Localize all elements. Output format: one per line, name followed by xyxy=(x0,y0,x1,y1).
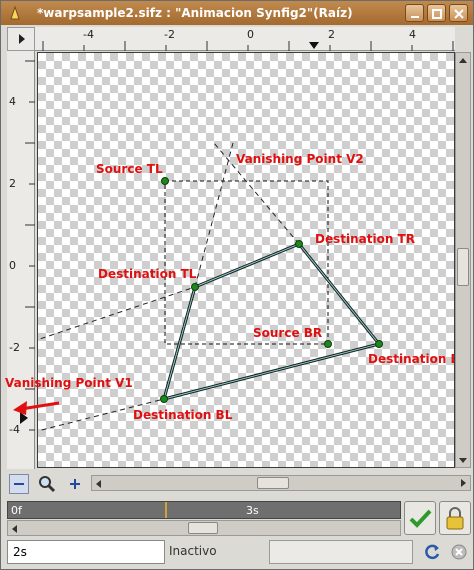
h-tick-label: 2 xyxy=(328,28,335,41)
horizontal-scrollbar[interactable] xyxy=(91,475,471,491)
label-vanishing-v2: Vanishing Point V2 xyxy=(236,152,364,166)
h-tick-label: 4 xyxy=(409,28,416,41)
minus-icon xyxy=(14,483,24,485)
h-tick-label: -4 xyxy=(83,28,94,41)
v-tick-label: -4 xyxy=(9,423,20,436)
vanishing-v1-annotation: Vanishing Point V1 xyxy=(5,376,133,415)
v-tick-label: 2 xyxy=(9,177,16,190)
guide-line-v1-top xyxy=(38,286,196,341)
time-slider[interactable]: 0f 3s xyxy=(7,501,401,519)
h-tick-label: -2 xyxy=(164,28,175,41)
keyframe-lock-button[interactable] xyxy=(439,501,471,535)
v-tick-label: 0 xyxy=(9,259,16,272)
status-text: Inactivo xyxy=(169,544,217,558)
canvas-menu-button[interactable] xyxy=(7,27,35,51)
horizontal-scroll-thumb[interactable] xyxy=(257,477,289,489)
scroll-up-icon[interactable] xyxy=(456,54,470,68)
timeline-scrollbar[interactable] xyxy=(7,520,401,536)
handle-destination-tl[interactable] xyxy=(191,283,199,291)
arrow-left-icon xyxy=(13,401,60,415)
vertical-scrollbar[interactable] xyxy=(455,52,471,468)
vertical-scroll-thumb[interactable] xyxy=(457,248,469,286)
horizontal-ruler-scale: -4 -2 0 2 4 xyxy=(42,28,454,51)
v-tick-label: -2 xyxy=(9,341,20,354)
time-cursor[interactable] xyxy=(165,502,167,518)
checkmark-icon xyxy=(409,509,432,528)
title-bar[interactable]: *warpsample2.sifz : "Animacion Synfig2"(… xyxy=(1,1,473,25)
zoom-fit-button[interactable] xyxy=(37,474,57,494)
app-window: *warpsample2.sifz : "Animacion Synfig2"(… xyxy=(0,0,474,570)
zoom-out-button[interactable] xyxy=(9,474,29,494)
minimize-icon xyxy=(411,16,419,18)
triangle-right-icon xyxy=(19,34,25,44)
scroll-down-icon[interactable] xyxy=(456,453,470,467)
timeline-scroll-thumb[interactable] xyxy=(188,522,218,534)
handle-source-tl[interactable] xyxy=(161,177,169,185)
handle-source-br[interactable] xyxy=(324,340,332,348)
guide-line-v2-left xyxy=(194,142,234,288)
zoom-in-button[interactable] xyxy=(65,474,85,494)
magnifier-icon xyxy=(39,476,56,493)
label-destination-tr: Destination TR xyxy=(315,232,415,246)
time-start-label: 0f xyxy=(11,504,22,517)
scroll-right-icon[interactable] xyxy=(456,476,470,490)
scroll-left-icon[interactable] xyxy=(8,522,22,536)
handle-destination-tr[interactable] xyxy=(295,240,303,248)
stop-icon[interactable] xyxy=(449,542,469,562)
label-vanishing-v1: Vanishing Point V1 xyxy=(5,376,133,390)
label-destination-tl: Destination TL xyxy=(98,267,197,281)
h-tick-label: 0 xyxy=(247,28,254,41)
source-rectangle xyxy=(164,180,329,345)
label-destination-br: Destination BR xyxy=(368,352,455,366)
window-title: *warpsample2.sifz : "Animacion Synfig2"(… xyxy=(37,6,353,20)
refresh-icon[interactable] xyxy=(422,542,442,562)
label-source-tl: Source TL xyxy=(96,162,163,176)
label-source-br: Source BR xyxy=(253,326,322,340)
app-icon xyxy=(10,5,20,20)
apply-button[interactable] xyxy=(404,501,436,535)
horizontal-ruler: -4 -2 0 2 4 xyxy=(35,27,455,51)
render-progress-bar xyxy=(269,540,413,564)
plus-icon xyxy=(70,479,80,489)
maximize-button[interactable] xyxy=(427,4,446,22)
handle-destination-br[interactable] xyxy=(375,340,383,348)
maximize-icon xyxy=(432,9,442,19)
v-tick-label: 4 xyxy=(9,95,16,108)
padlock-icon xyxy=(446,507,464,530)
close-icon xyxy=(454,9,464,19)
ruler-position-marker xyxy=(309,42,319,49)
current-time-field[interactable]: 2s xyxy=(7,540,165,564)
scroll-left-icon[interactable] xyxy=(92,477,106,491)
minimize-button[interactable] xyxy=(405,4,424,22)
time-mid-label: 3s xyxy=(246,504,259,517)
close-button[interactable] xyxy=(449,4,468,22)
